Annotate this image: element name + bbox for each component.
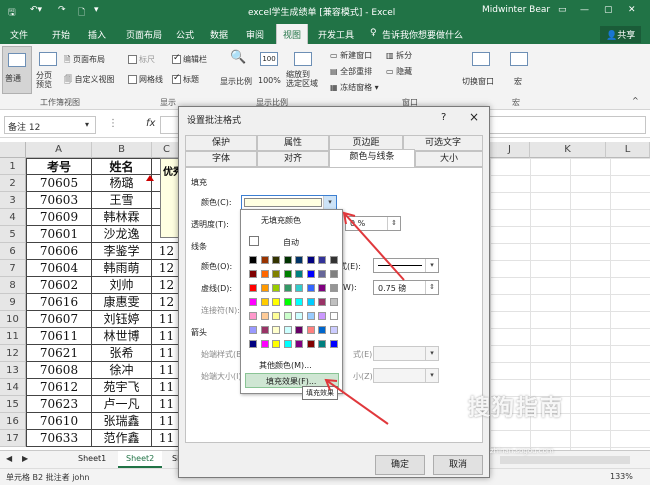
arrow-to-dropdown-icon (342, 211, 405, 281)
arrow-to-fill-effects-icon (324, 378, 389, 425)
watermark-logo: 搜狗指南 (468, 396, 565, 421)
watermark-url: zhinan.sogou.com (490, 447, 554, 455)
